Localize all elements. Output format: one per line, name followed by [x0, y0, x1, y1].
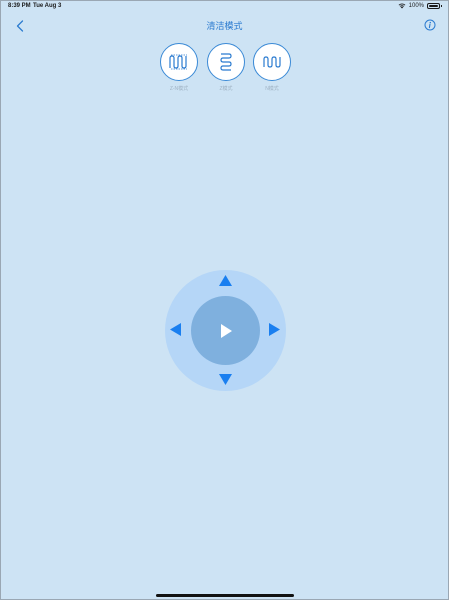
home-indicator[interactable] [156, 594, 294, 597]
mode-n-label: N模式 [265, 86, 279, 92]
arrow-up-button[interactable] [218, 274, 233, 287]
start-button[interactable] [191, 296, 260, 365]
status-time: 8:39 PM [8, 3, 31, 9]
arrow-down-button[interactable] [218, 373, 233, 386]
cleaning-mode-selector: Z-N模式 Z模式 N模式 [1, 43, 448, 95]
mode-n-circle [253, 43, 291, 81]
mode-zn-circle [160, 43, 198, 81]
zigzag-n-icon [169, 54, 187, 70]
mode-zn-button[interactable]: Z-N模式 [160, 43, 198, 92]
mode-z-circle [207, 43, 245, 81]
mode-n-button[interactable]: N模式 [253, 43, 291, 92]
nav-bar: 清洁模式 [1, 15, 448, 37]
battery-icon [427, 3, 442, 9]
battery-percent: 100% [408, 3, 424, 9]
mode-z-label: Z模式 [219, 86, 233, 92]
arrow-right-button[interactable] [268, 322, 281, 337]
status-bar: 8:39 PM Tue Aug 3 100% [1, 1, 448, 13]
mode-zn-label: Z-N模式 [169, 86, 189, 92]
zigzag-n-wave-icon [263, 56, 281, 68]
mode-z-button[interactable]: Z模式 [207, 43, 245, 92]
zigzag-z-icon [220, 53, 232, 71]
page-title: 清洁模式 [206, 21, 243, 31]
info-icon[interactable] [424, 19, 436, 31]
play-icon [220, 323, 232, 338]
arrow-left-button[interactable] [169, 322, 182, 337]
status-date: Tue Aug 3 [33, 3, 62, 9]
wifi-icon [398, 3, 406, 9]
status-indicators: 100% [398, 3, 442, 9]
